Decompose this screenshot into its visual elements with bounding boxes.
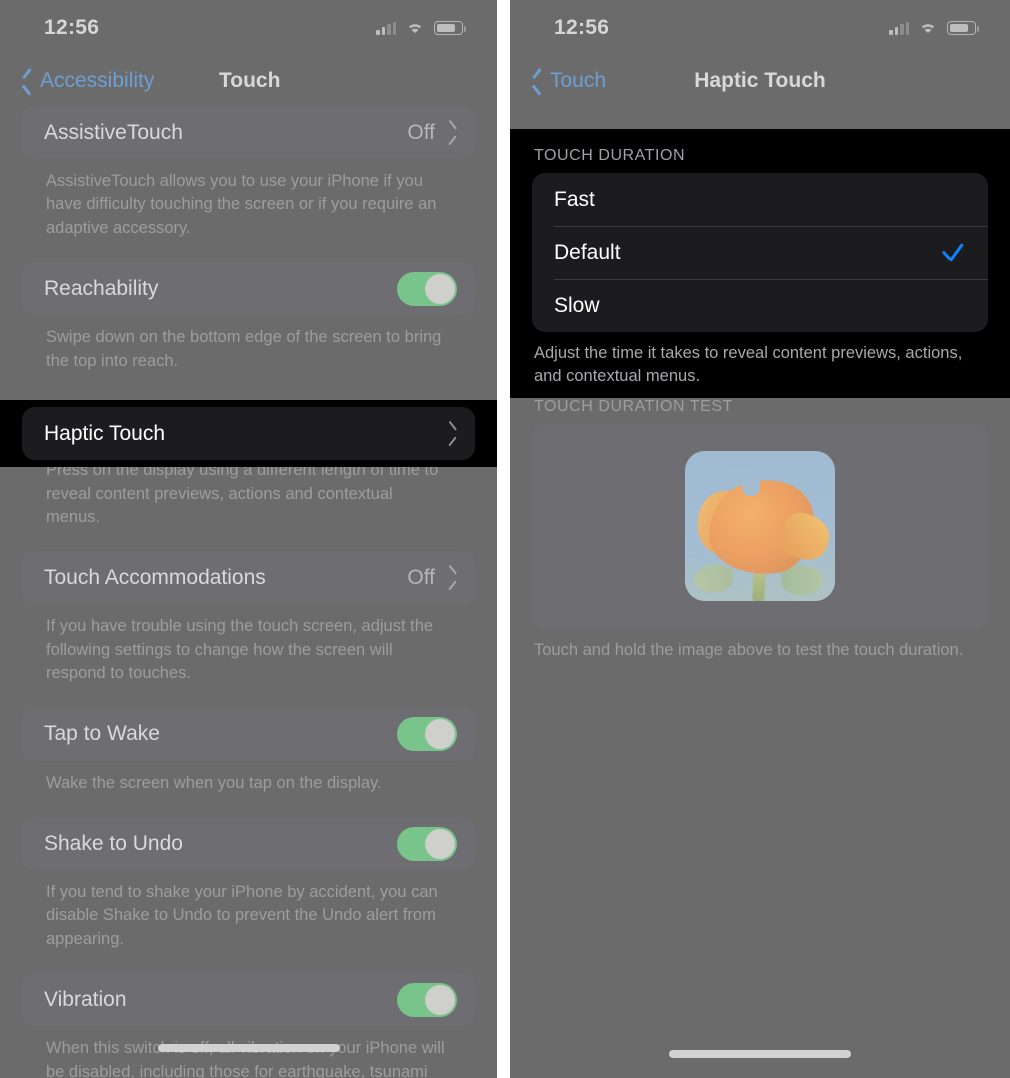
toggle-knob bbox=[425, 719, 455, 750]
chevron-left-icon bbox=[532, 72, 543, 91]
status-clock: 12:56 bbox=[44, 16, 100, 39]
right-nav-bar: Touch Haptic Touch bbox=[510, 56, 1010, 106]
sidebar-item-tap-to-wake[interactable]: Tap to Wake bbox=[22, 708, 475, 761]
home-indicator[interactable] bbox=[157, 1044, 340, 1052]
option-label: Fast bbox=[554, 187, 595, 211]
panel-gap bbox=[497, 0, 510, 1078]
shake-to-undo-toggle[interactable] bbox=[397, 826, 457, 861]
touch-settings-list: AssistiveTouch Off AssistiveTouch allows… bbox=[0, 106, 497, 1078]
back-button-label: Touch bbox=[550, 69, 607, 92]
tap-to-wake-footnote: Wake the screen when you tap on the disp… bbox=[46, 773, 382, 792]
back-button-accessibility[interactable]: Accessibility bbox=[22, 69, 154, 93]
poppy-flower-thumbnail[interactable] bbox=[685, 451, 835, 601]
reachability-card: Reachability bbox=[22, 262, 475, 316]
toggle-knob bbox=[425, 828, 455, 859]
row-label: AssistiveTouch bbox=[44, 120, 183, 144]
left-screen-dimmed-content: 12:56 Accessibility Touch AssistiveTouch… bbox=[0, 0, 497, 1078]
touch-duration-test-card bbox=[532, 424, 988, 628]
cellular-signal-icon bbox=[889, 21, 909, 35]
option-label: Slow bbox=[554, 293, 600, 317]
row-accessory: Off bbox=[407, 121, 457, 145]
option-slow[interactable]: Slow bbox=[532, 279, 988, 332]
status-icons bbox=[376, 21, 466, 35]
vibration-card: Vibration bbox=[22, 973, 475, 1027]
right-phone-screen: 12:56 Touch Haptic Touch TOUCH DURATION … bbox=[510, 0, 1010, 1078]
left-phone-screen: 12:56 Accessibility Touch AssistiveTouch… bbox=[0, 0, 497, 1078]
row-label: Vibration bbox=[44, 987, 127, 1011]
row-value: Off bbox=[407, 120, 435, 144]
back-button-touch[interactable]: Touch bbox=[532, 69, 606, 93]
battery-icon bbox=[434, 21, 466, 35]
wifi-icon bbox=[918, 21, 938, 35]
sidebar-item-assistivetouch[interactable]: AssistiveTouch Off bbox=[22, 106, 475, 159]
sidebar-item-touch-accommodations[interactable]: Touch Accommodations Off bbox=[22, 551, 475, 604]
touch-duration-test-footnote: Touch and hold the image above to test t… bbox=[534, 641, 964, 659]
sidebar-item-shake-to-undo[interactable]: Shake to Undo bbox=[22, 817, 475, 870]
row-label: Touch Accommodations bbox=[44, 565, 266, 589]
row-label: Shake to Undo bbox=[44, 831, 183, 855]
assistivetouch-card: AssistiveTouch Off bbox=[22, 106, 475, 159]
touch-duration-footnote: Adjust the time it takes to reveal conte… bbox=[534, 344, 963, 386]
touch-duration-header: TOUCH DURATION bbox=[534, 147, 686, 164]
tap-to-wake-toggle[interactable] bbox=[397, 717, 457, 752]
tap-to-wake-card: Tap to Wake bbox=[22, 707, 475, 761]
row-label: Tap to Wake bbox=[44, 722, 160, 746]
sidebar-item-haptic-touch[interactable]: Haptic Touch bbox=[22, 407, 475, 460]
wifi-icon bbox=[405, 21, 425, 35]
sidebar-item-reachability[interactable]: Reachability bbox=[22, 262, 475, 315]
row-value: Off bbox=[407, 565, 435, 589]
touch-duration-test-wrap bbox=[510, 424, 1010, 628]
touch-accommodations-card: Touch Accommodations Off bbox=[22, 551, 475, 605]
touch-duration-spotlight: TOUCH DURATION Fast Default Slow Adjust … bbox=[510, 129, 1010, 398]
touch-duration-card-wrap: Fast Default Slow bbox=[510, 173, 1010, 332]
left-nav-bar: Accessibility Touch bbox=[0, 56, 497, 106]
status-clock: 12:56 bbox=[554, 16, 610, 39]
shake-to-undo-footnote: If you tend to shake your iPhone by acci… bbox=[46, 883, 438, 948]
chevron-right-icon bbox=[447, 425, 457, 443]
chevron-right-icon bbox=[447, 569, 457, 587]
battery-icon bbox=[947, 21, 979, 35]
option-default[interactable]: Default bbox=[532, 226, 988, 279]
row-label: Reachability bbox=[44, 276, 159, 300]
status-icons bbox=[889, 21, 979, 35]
screenshot-stage: 12:56 Accessibility Touch AssistiveTouch… bbox=[0, 0, 1010, 1078]
cellular-signal-icon bbox=[376, 21, 396, 35]
haptic-touch-spotlight: Haptic Touch bbox=[0, 400, 497, 467]
touch-duration-test-header: TOUCH DURATION TEST bbox=[534, 398, 733, 415]
back-button-label: Accessibility bbox=[40, 69, 155, 92]
reachability-footnote: Swipe down on the bottom edge of the scr… bbox=[46, 328, 442, 370]
home-indicator[interactable] bbox=[669, 1050, 851, 1058]
row-accessory: Off bbox=[407, 566, 457, 590]
toggle-knob bbox=[425, 984, 455, 1015]
row-label: Haptic Touch bbox=[44, 421, 166, 445]
chevron-right-icon bbox=[447, 124, 457, 142]
option-fast[interactable]: Fast bbox=[532, 173, 988, 226]
toggle-knob bbox=[425, 273, 455, 304]
assistivetouch-footnote: AssistiveTouch allows you to use your iP… bbox=[46, 172, 437, 237]
leaf-left bbox=[694, 565, 733, 592]
petal-notch bbox=[742, 472, 760, 496]
vibration-toggle[interactable] bbox=[397, 982, 457, 1017]
haptic-touch-card: Haptic Touch bbox=[22, 407, 475, 460]
checkmark-icon bbox=[940, 240, 966, 266]
vibration-footnote: When this switch is off, all vibration o… bbox=[46, 1039, 445, 1078]
option-label: Default bbox=[554, 240, 621, 264]
shake-to-undo-card: Shake to Undo bbox=[22, 817, 475, 871]
sidebar-item-vibration[interactable]: Vibration bbox=[22, 973, 475, 1026]
chevron-left-icon bbox=[22, 72, 33, 91]
touch-accommodations-footnote: If you have trouble using the touch scre… bbox=[46, 617, 434, 683]
right-status-bar: 12:56 bbox=[510, 0, 1010, 56]
left-status-bar: 12:56 bbox=[0, 0, 497, 56]
touch-duration-options-card: Fast Default Slow bbox=[532, 173, 988, 332]
reachability-toggle[interactable] bbox=[397, 271, 457, 306]
